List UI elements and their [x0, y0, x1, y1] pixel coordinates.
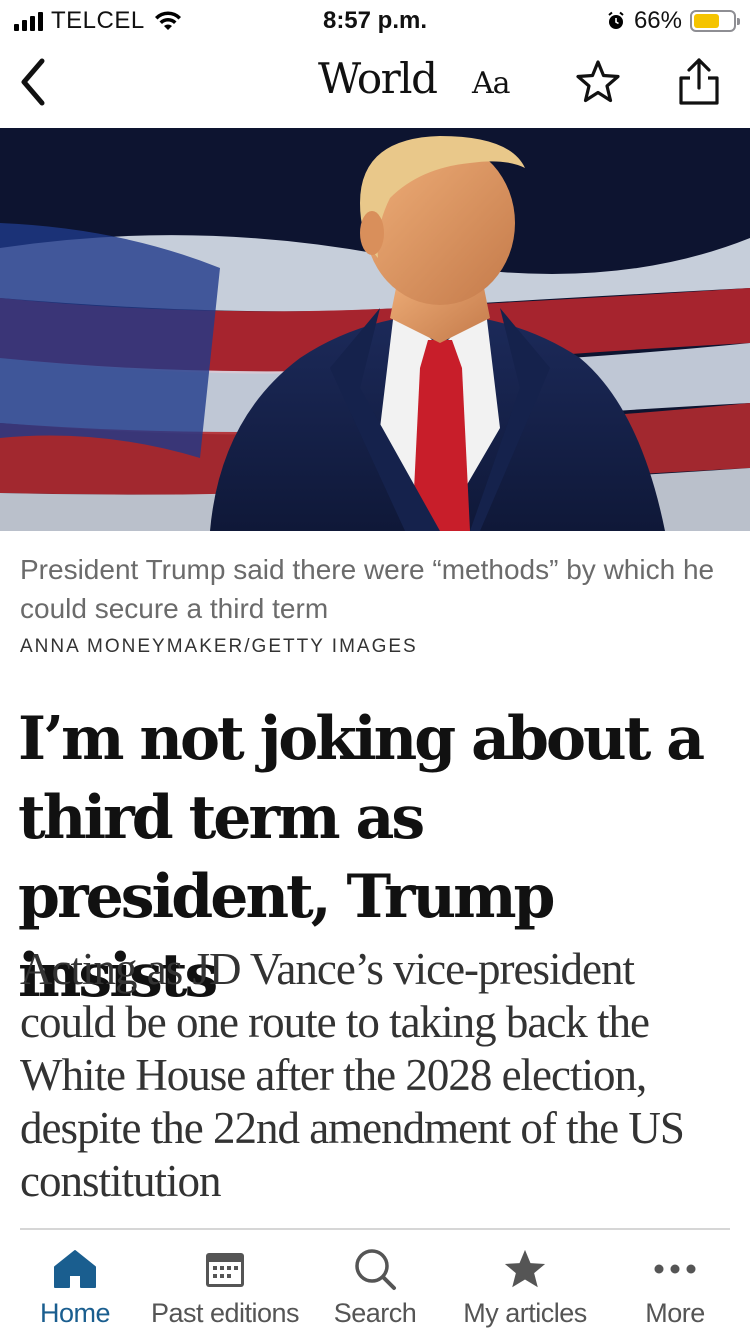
- section-title: World: [318, 54, 438, 103]
- tab-label-more: More: [645, 1298, 705, 1328]
- tab-label-search: Search: [333, 1298, 417, 1328]
- chevron-left-icon: [21, 58, 45, 106]
- battery-icon: [690, 10, 740, 32]
- battery-info: 66%: [606, 7, 740, 35]
- share-icon: [679, 58, 719, 105]
- nav-bar: World Aa: [0, 42, 750, 128]
- search-icon: [355, 1249, 396, 1290]
- divider: [20, 1228, 730, 1230]
- tab-label-past-editions: Past editions: [150, 1298, 300, 1328]
- article-standfirst: Acting as JD Vance’s vice-president coul…: [20, 944, 685, 1206]
- star-filled-icon: [504, 1249, 546, 1288]
- alarm-icon: [608, 11, 624, 29]
- back-button[interactable]: [14, 56, 54, 108]
- status-bar: TELCEL 8:57 p.m. 66%: [0, 0, 750, 42]
- calendar-icon: [206, 1253, 244, 1287]
- photo-caption: President Trump said there were “methods…: [20, 554, 715, 624]
- star-icon: [576, 60, 620, 103]
- battery-percent: 66%: [633, 7, 682, 34]
- tab-more[interactable]: More: [600, 1246, 750, 1329]
- tab-home[interactable]: Home: [0, 1246, 150, 1329]
- photo-credit: ANNA MONEYMAKER/GETTY IMAGES: [20, 636, 418, 657]
- bookmark-button[interactable]: [574, 58, 622, 106]
- share-button[interactable]: [676, 56, 722, 108]
- tab-past-editions[interactable]: Past editions: [150, 1246, 300, 1329]
- tab-my-articles[interactable]: My articles: [450, 1246, 600, 1329]
- font-size-button[interactable]: Aa: [472, 66, 511, 101]
- battery-level: [694, 14, 720, 28]
- home-icon: [54, 1250, 96, 1288]
- article-photo: [0, 128, 750, 531]
- tab-label-home: Home: [39, 1298, 111, 1328]
- tab-label-my-articles: My articles: [463, 1298, 587, 1328]
- tab-bar: Home Past editions Search My articles Mo…: [0, 1232, 750, 1334]
- tab-search[interactable]: Search: [300, 1246, 450, 1329]
- more-dots-icon: [654, 1264, 696, 1274]
